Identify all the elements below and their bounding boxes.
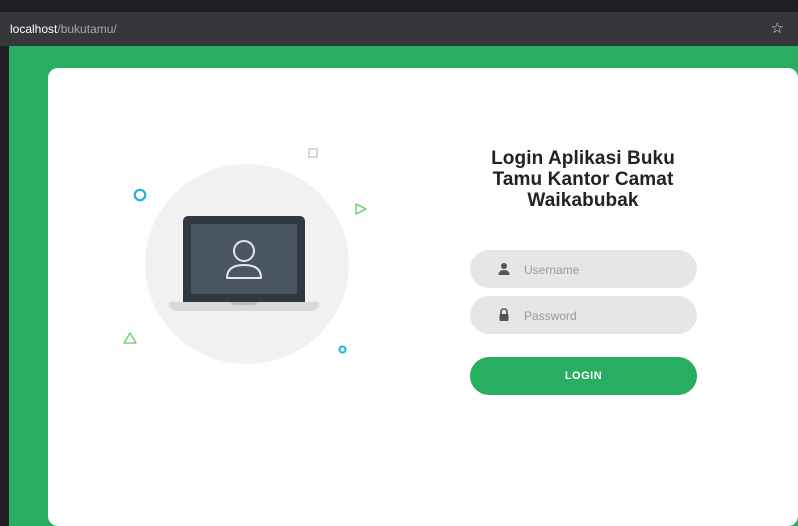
username-input[interactable]	[522, 250, 686, 290]
url-text[interactable]: localhost/bukutamu/	[10, 22, 117, 36]
laptop-display	[191, 224, 297, 294]
ring-decoration-icon	[133, 188, 147, 202]
play-triangle-decoration-icon	[355, 203, 367, 215]
url-host: localhost	[10, 22, 58, 36]
laptop-icon	[183, 216, 305, 302]
password-field[interactable]	[470, 296, 697, 336]
login-card: Login Aplikasi Buku Tamu Kantor Camat Wa…	[48, 68, 798, 526]
password-input[interactable]	[522, 296, 686, 336]
user-icon	[226, 240, 262, 279]
dot-decoration-icon	[338, 345, 347, 354]
page-background: Login Aplikasi Buku Tamu Kantor Camat Wa…	[9, 46, 798, 526]
address-bar[interactable]: localhost/bukutamu/ ☆	[0, 12, 798, 46]
user-icon	[498, 263, 510, 275]
login-button[interactable]: LOGIN	[470, 357, 697, 395]
browser-title-strip	[0, 0, 798, 12]
username-field[interactable]	[470, 250, 697, 290]
page-title: Login Aplikasi Buku Tamu Kantor Camat Wa…	[491, 148, 675, 211]
lock-icon	[499, 308, 509, 321]
laptop-notch	[231, 302, 257, 305]
triangle-decoration-icon	[123, 332, 137, 344]
url-path: /bukutamu/	[57, 22, 117, 36]
star-icon[interactable]: ☆	[771, 19, 784, 37]
square-decoration-icon	[308, 148, 318, 158]
